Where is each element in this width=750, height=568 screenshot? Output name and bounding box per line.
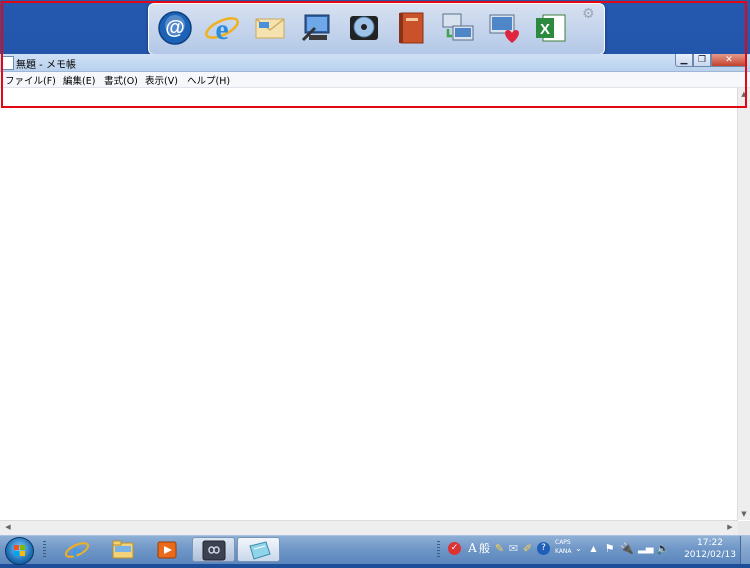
power-plug-icon[interactable]: 🔌 [620,542,634,555]
envelope-icon[interactable] [252,10,288,46]
title-bar[interactable]: 無題 - メモ帳 ▁ ❐ ✕ [0,54,750,72]
text-editor[interactable] [0,88,738,520]
manual-book-icon[interactable] [393,10,429,46]
scroll-left-arrow-icon[interactable]: ◀ [2,523,14,531]
scroll-up-arrow-icon[interactable]: ▲ [738,90,750,98]
clock-date[interactable]: 2012/02/13 [681,550,739,560]
excel-icon[interactable]: X [533,10,569,46]
caps-indicator: CAPS [555,539,571,546]
menu-edit[interactable]: 編集(E) [63,73,95,87]
taskbar: e ✓ A 般 ✎ ✉ ✐ ? CAPS KANA ⌄ ▲ ⚑ 🔌 ▂▄ 🔈 [0,535,750,565]
resize-grip[interactable] [738,521,750,535]
ime-help-icon[interactable]: ? [537,542,550,555]
minimize-button[interactable]: ▁ [675,54,693,67]
clock-time[interactable]: 17:22 [690,538,730,548]
menu-file[interactable]: ファイル(F) [5,73,56,87]
taskbar-grip[interactable] [43,541,46,559]
horizontal-scrollbar[interactable]: ◀ ▶ [0,520,738,535]
ime-tool-icon[interactable]: ✎ [493,542,506,555]
mail-at-icon[interactable]: @ [157,10,193,46]
ime-options-icon[interactable]: ⌄ [572,542,585,555]
ime-conversion-mode[interactable]: 般 [478,542,491,555]
media-player-icon [157,541,177,559]
taskbar-notepad[interactable] [237,537,280,562]
launcher-app-icon [202,540,226,561]
vertical-scrollbar[interactable]: ▲ ▼ [737,88,750,520]
maximize-button[interactable]: ❐ [693,54,711,67]
taskbar-media-player[interactable] [146,537,189,562]
internet-explorer-icon[interactable]: e [204,10,240,46]
notepad-icon [2,56,14,70]
window-title: 無題 - メモ帳 [16,60,76,71]
taskbar-ie[interactable]: e [56,537,99,563]
disc-player-icon[interactable] [346,10,382,46]
menu-bar: ファイル(F) 編集(E) 書式(O) 表示(V) ヘルプ(H) [0,72,750,88]
language-bar-grip[interactable] [437,541,440,559]
network-computer-icon[interactable] [440,10,476,46]
computer-heart-icon[interactable] [487,10,523,46]
ime-pad-icon[interactable]: ✓ [448,542,461,555]
action-center-flag-icon[interactable]: ⚑ [603,542,616,555]
scroll-right-arrow-icon[interactable]: ▶ [724,523,736,531]
windows-logo-icon [14,545,25,556]
window-controls: ▁ ❐ ✕ [675,54,747,68]
svg-text:e: e [215,13,228,46]
network-signal-icon[interactable]: ▂▄ [638,542,653,555]
show-desktop-button[interactable] [740,536,750,564]
scroll-down-arrow-icon[interactable]: ▼ [738,510,750,518]
computer-tool-icon[interactable] [299,10,335,46]
volume-icon[interactable]: 🔈 [656,542,670,555]
start-button[interactable] [5,537,34,565]
menu-format[interactable]: 書式(O) [104,73,138,87]
ime-pencil-icon[interactable]: ✐ [521,542,534,555]
launcher-dock: @ e X ⚙ [148,3,605,55]
svg-text:e: e [73,541,82,562]
taskbar-explorer[interactable] [101,537,144,562]
ime-dictionary-icon[interactable]: ✉ [507,542,520,555]
taskbar-launcher[interactable] [192,537,235,562]
internet-explorer-icon: e [64,541,90,563]
settings-gear-icon[interactable]: ⚙ [582,7,596,21]
kana-indicator: KANA [555,548,572,555]
menu-view[interactable]: 表示(V) [145,73,178,87]
svg-text:@: @ [165,17,185,39]
folder-icon [112,540,134,559]
notepad-icon [249,541,271,560]
show-hidden-icons-icon[interactable]: ▲ [587,542,600,555]
svg-text:X: X [540,21,550,38]
close-button[interactable]: ✕ [711,54,747,67]
menu-help[interactable]: ヘルプ(H) [187,73,230,87]
notepad-window: 無題 - メモ帳 ▁ ❐ ✕ ファイル(F) 編集(E) 書式(O) 表示(V)… [0,54,750,535]
